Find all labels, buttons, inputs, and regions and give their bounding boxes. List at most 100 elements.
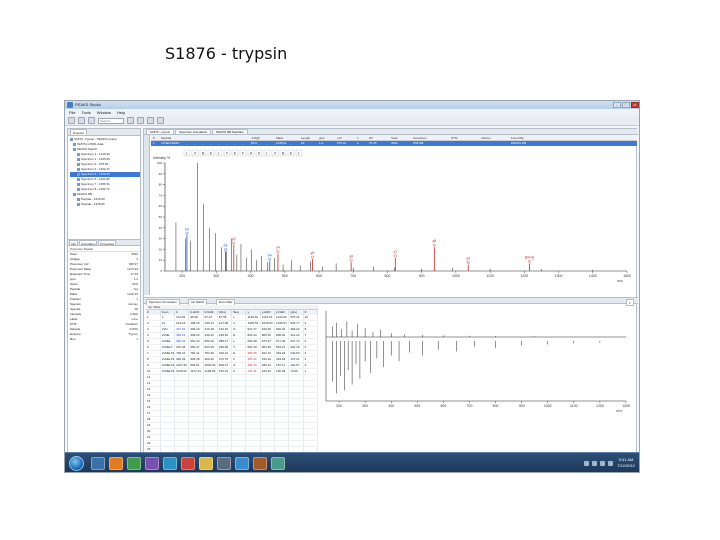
document-tab[interactable]: Spectrum Annotation (175, 129, 212, 134)
menu-file[interactable]: File (69, 109, 75, 116)
sequence-residue: L (298, 152, 300, 156)
taskbar-app-icon[interactable] (217, 457, 231, 470)
export-icon[interactable] (157, 117, 164, 124)
taskbar-app-icon[interactable] (163, 457, 177, 470)
taskbar-app-icon[interactable] (145, 457, 159, 470)
taskbar-app-icon[interactable] (235, 457, 249, 470)
tree-item-label: Spectrum 2 - 1345.66 (81, 157, 110, 161)
sequence-residue: F (242, 152, 244, 156)
peak-marker (268, 257, 272, 261)
taskbar-clock[interactable]: 9:41 AM 7/12/2012 (616, 457, 636, 469)
tree-item-label: Spectrum 1 - 1216.93 (81, 152, 110, 156)
peak-marker (432, 243, 436, 247)
taskbar-app-icon[interactable] (199, 457, 213, 470)
peak-marker (224, 248, 227, 251)
peak-marker (393, 254, 397, 258)
tree-item-label: S1876 - trypsin - PEAKS project (74, 137, 117, 141)
run-icon[interactable] (147, 117, 154, 124)
lower-panel-tabs: × Spectrum Annotation Ion Match Error Map (144, 297, 638, 306)
tree-item-label: Spectrum 3 - 978.52 (81, 162, 109, 166)
taskbar-app-icon[interactable] (271, 457, 285, 470)
psm-cell: 1.2 (319, 141, 324, 145)
fragment-cell: 1019.51 (274, 320, 290, 327)
x-tick-label: 1100 (486, 274, 494, 278)
psm-table-row-selected[interactable]: 1 LVNELTEFAK 56.8 1148.61 10 1.2 575.31 2 37.45 3… (151, 141, 637, 146)
tree-item-label: Peptide - 1216.93 (81, 197, 105, 201)
search-input[interactable]: Search... (98, 117, 124, 124)
search-icon[interactable] (127, 117, 134, 124)
mirror-x-tick-label: 1100 (570, 404, 578, 408)
properties-tab[interactable]: Properties (98, 240, 117, 246)
taskbar-app-icon[interactable] (181, 457, 195, 470)
minimize-button[interactable]: – (613, 102, 621, 108)
taskbar-app-icon[interactable] (253, 457, 267, 470)
app-icon (67, 102, 73, 108)
sequence-residue: L (218, 152, 220, 156)
clock-date: 7/12/2012 (617, 463, 635, 468)
properties-tab[interactable]: Info (69, 240, 79, 246)
psm-cell: 3520 (391, 141, 398, 145)
y-tick-label: 70 (159, 193, 163, 197)
mirror-x-tick-label: 500 (414, 404, 420, 408)
menu-window[interactable]: Window (97, 109, 111, 116)
tree-item-label: Spectrum 8 - 1190.72 (81, 187, 110, 191)
x-tick-label: 1500 (623, 274, 631, 278)
settings-icon[interactable] (137, 117, 144, 124)
sequence-residue: L (266, 152, 268, 156)
mirror-x-tick-label: 1300 (622, 404, 630, 408)
close-button[interactable]: × (631, 102, 639, 108)
peak-label: y4 (276, 246, 280, 250)
tree-node-icon (77, 167, 80, 171)
spectrum-chart: 0 10 20 30 40 50 60 70 80 90 100 200 300 400 500 600 700… (151, 147, 637, 297)
psm-cell: 1 (153, 141, 155, 145)
mirror-spectrum-svg: 200 300 400 500 600 700 800 900 1000 1100 1200 1300… (325, 311, 630, 413)
new-project-icon[interactable] (68, 117, 75, 124)
document-tab[interactable]: PEAKS DB Peptides (212, 129, 248, 134)
tray-volume-icon[interactable] (592, 461, 597, 466)
tab-projects[interactable]: Projects (70, 129, 87, 135)
taskbar-app-icon[interactable] (127, 457, 141, 470)
x-tick-label: 1000 (452, 274, 460, 278)
project-panel-tabs: Projects (68, 129, 140, 136)
tree-node-icon (73, 142, 76, 146)
y-tick-label: 20 (159, 247, 163, 251)
psm-cell: P02768 (413, 141, 424, 145)
taskbar-app-icon[interactable] (91, 457, 105, 470)
save-icon[interactable] (88, 117, 95, 124)
properties-tab[interactable]: Annotation (79, 240, 98, 246)
peak-marker (185, 231, 189, 235)
peak-marker (349, 258, 353, 262)
x-tick-label: 500 (282, 274, 288, 278)
mirror-x-tick-label: 300 (362, 404, 368, 408)
windows-taskbar: 9:41 AM 7/12/2012 (65, 452, 639, 472)
tray-network-icon[interactable] (584, 461, 589, 466)
peak-label: y8 (432, 239, 436, 243)
psm-cell: PEAKS DB (511, 141, 527, 145)
taskbar-app-icon[interactable] (109, 457, 123, 470)
fragment-ion-panel: Ion Table # b-ion b b-H2O b-NH3 b(2+) Seq y y-H2… (146, 305, 319, 465)
properties-tabs: Info Annotation Properties (68, 239, 140, 246)
tree-node-icon (77, 157, 80, 161)
tree-item[interactable]: Peptide - 1345.66 (70, 202, 140, 207)
peak-marker (276, 250, 280, 254)
peak-marker (311, 255, 314, 259)
properties-panel: Info Annotation Properties Precursor Detai… (68, 239, 140, 457)
x-tick-label: 400 (248, 274, 254, 278)
fragment-cell: LVNELTEFA (160, 362, 176, 369)
open-icon[interactable] (78, 117, 85, 124)
x-tick-label: 900 (419, 274, 425, 278)
tray-flag-icon[interactable] (600, 461, 605, 466)
maximize-button[interactable]: □ (622, 102, 630, 108)
menu-help[interactable]: Help (117, 109, 125, 116)
tray-power-icon[interactable] (608, 461, 613, 466)
peak-label: y7 (393, 250, 397, 254)
document-tab[interactable]: S1876 - trypsin (146, 129, 175, 134)
fragment-table-body: 1 L 114.09 96.08 97.07 57.55 L 1149.62 1131.61 11… (146, 315, 319, 465)
tree-item-label: S1876 mzXML data (77, 142, 104, 146)
tree-node-icon (77, 152, 80, 156)
slide-title: S1876 - trypsin (165, 44, 288, 63)
peak-label: b4 (268, 253, 272, 257)
start-button[interactable] (69, 456, 84, 471)
menu-tools[interactable]: Tools (81, 109, 90, 116)
main-editor: S1876 - trypsin Spectrum Annotation PEAKS … (143, 128, 638, 465)
